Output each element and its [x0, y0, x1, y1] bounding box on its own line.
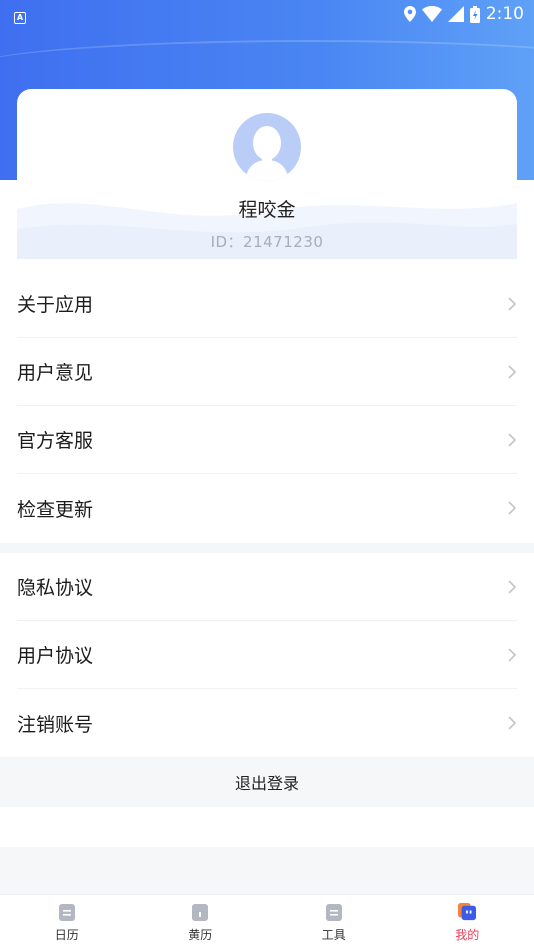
menu-item-label: 用户意见	[17, 362, 94, 384]
calendar-icon	[58, 904, 75, 921]
menu-item-check-update[interactable]: 检查更新	[17, 474, 517, 542]
tab-bar: 日历 黄历 工具 我的	[0, 894, 534, 950]
logout-button[interactable]: 退出登录	[0, 757, 534, 807]
chevron-right-icon	[508, 364, 517, 379]
chevron-right-icon	[508, 716, 517, 730]
menu-group-legal: 隐私协议 用户协议 注销账号	[0, 553, 534, 757]
battery-icon	[469, 5, 480, 23]
menu-item-label: 用户协议	[17, 645, 94, 667]
status-right: 2:10	[403, 4, 524, 24]
almanac-icon	[192, 904, 209, 921]
menu-item-delete-account[interactable]: 注销账号	[17, 689, 517, 757]
tab-tools[interactable]: 工具	[267, 895, 401, 950]
profile-card: 程咬金 ID：21471230	[17, 89, 517, 259]
tab-label: 工具	[321, 928, 346, 942]
avatar[interactable]	[233, 113, 301, 181]
status-bar: A 2:10	[0, 0, 534, 28]
menu-item-label: 官方客服	[17, 430, 94, 452]
tab-mine[interactable]: 我的	[401, 895, 534, 950]
mine-icon	[458, 903, 477, 921]
signal-icon	[447, 6, 464, 22]
menu-group-main: 关于应用 用户意见 官方客服 检查更新	[0, 270, 534, 542]
menu-item-feedback[interactable]: 用户意见	[17, 338, 517, 406]
location-icon	[403, 6, 416, 22]
user-name: 程咬金	[238, 199, 296, 221]
chevron-right-icon	[508, 647, 517, 662]
chevron-right-icon	[508, 296, 517, 311]
user-id: ID：21471230	[210, 233, 324, 251]
menu-item-user-agreement[interactable]: 用户协议	[17, 621, 517, 689]
tab-calendar[interactable]: 日历	[0, 895, 134, 950]
menu-item-label: 隐私协议	[17, 577, 94, 599]
wifi-icon	[421, 6, 442, 22]
tools-icon	[325, 904, 342, 921]
bottom-spacer	[0, 847, 534, 894]
status-left: A	[14, 5, 26, 24]
menu-item-label: 注销账号	[17, 713, 94, 736]
menu-item-label: 检查更新	[17, 498, 94, 521]
avatar-placeholder-icon	[245, 126, 289, 181]
tab-label: 我的	[455, 928, 480, 942]
chevron-right-icon	[508, 432, 517, 447]
chevron-right-icon	[508, 501, 517, 515]
notification-badge-icon: A	[14, 11, 26, 24]
tab-label: 日历	[54, 928, 79, 942]
menu-item-customer-service[interactable]: 官方客服	[17, 406, 517, 474]
tab-label: 黄历	[188, 928, 213, 942]
menu-item-privacy-policy[interactable]: 隐私协议	[17, 553, 517, 621]
menu-item-label: 关于应用	[17, 294, 94, 316]
status-time: 2:10	[485, 4, 524, 24]
chevron-right-icon	[508, 579, 517, 594]
section-separator	[0, 543, 534, 553]
menu-item-about[interactable]: 关于应用	[17, 270, 517, 338]
tab-almanac[interactable]: 黄历	[134, 895, 268, 950]
